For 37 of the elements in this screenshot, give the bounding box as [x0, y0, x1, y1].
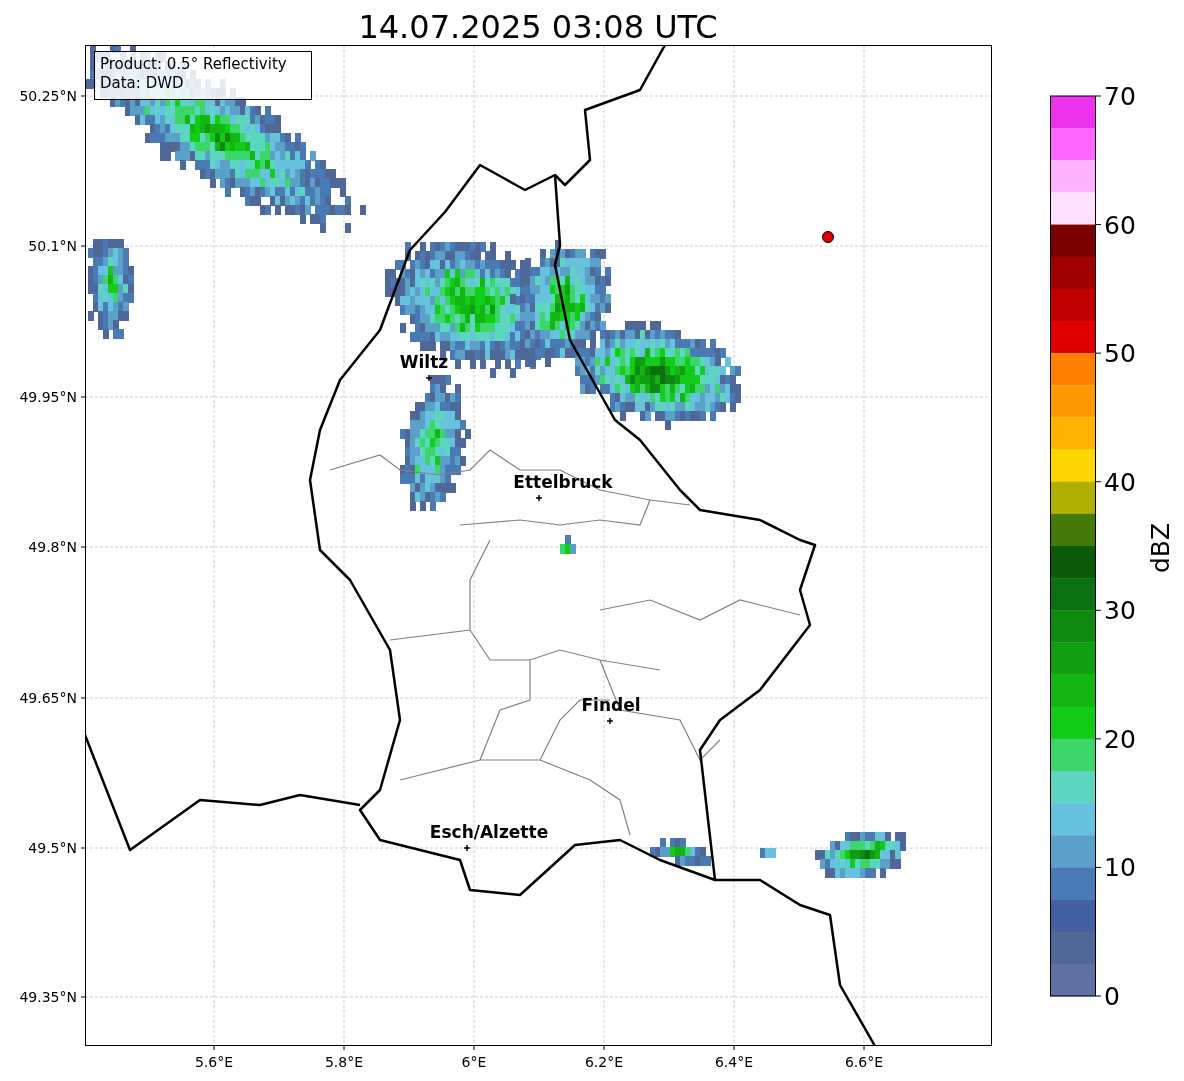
city-marker: [606, 717, 614, 725]
axis-tick-label: 49.8°N: [28, 539, 77, 555]
axis-tick-label: 49.5°N: [28, 840, 77, 856]
city-marker: [463, 844, 471, 852]
city-marker: [535, 494, 543, 502]
colorbar-tick-label: 60: [1104, 210, 1136, 240]
city-label: Ettelbruck: [513, 472, 613, 492]
city-marker: [425, 374, 433, 382]
axis-tick-label: 50.25°N: [19, 88, 77, 104]
radar-echo: [760, 848, 776, 858]
radar-site-marker: [822, 231, 834, 243]
axis-tick-label: 6.2°E: [584, 1054, 624, 1070]
chart-title: 14.07.2025 03:08 UTC: [358, 8, 718, 46]
colorbar-tick-label: 30: [1104, 596, 1136, 626]
city-label: Findel: [581, 695, 641, 715]
colorbar-label: dBZ: [1146, 522, 1175, 574]
info-text: Data: DWD: [100, 74, 184, 92]
radar-echo: [650, 838, 711, 866]
city-label: Wiltz: [399, 352, 449, 372]
axis-tick-label: 49.65°N: [19, 690, 77, 706]
colorbar-tick-label: 50: [1104, 339, 1136, 369]
colorbar-tick-label: 20: [1104, 724, 1136, 754]
colorbar-tick-label: 40: [1104, 467, 1136, 497]
colorbar-tick-label: 70: [1104, 82, 1136, 111]
radar-echo: [560, 535, 576, 554]
axis-tick-label: 49.95°N: [19, 389, 77, 405]
colorbar-tick-label: 10: [1104, 853, 1136, 883]
axis-tick-label: 5.6°E: [194, 1054, 234, 1070]
axis-tick-label: 50.1°N: [28, 238, 77, 254]
axis-tick-label: 5.8°E: [324, 1054, 364, 1070]
axis-tick-label: 49.35°N: [19, 989, 77, 1005]
axis-tick-label: 6°E: [461, 1054, 487, 1070]
axis-tick-label: 6.4°E: [714, 1054, 754, 1070]
info-text: Product: 0.5° Reflectivity: [100, 55, 287, 73]
city-label: Esch/Alzette: [429, 822, 549, 842]
colorbar-tick-label: 0: [1104, 982, 1120, 1011]
axis-tick-label: 6.6°E: [844, 1054, 884, 1070]
